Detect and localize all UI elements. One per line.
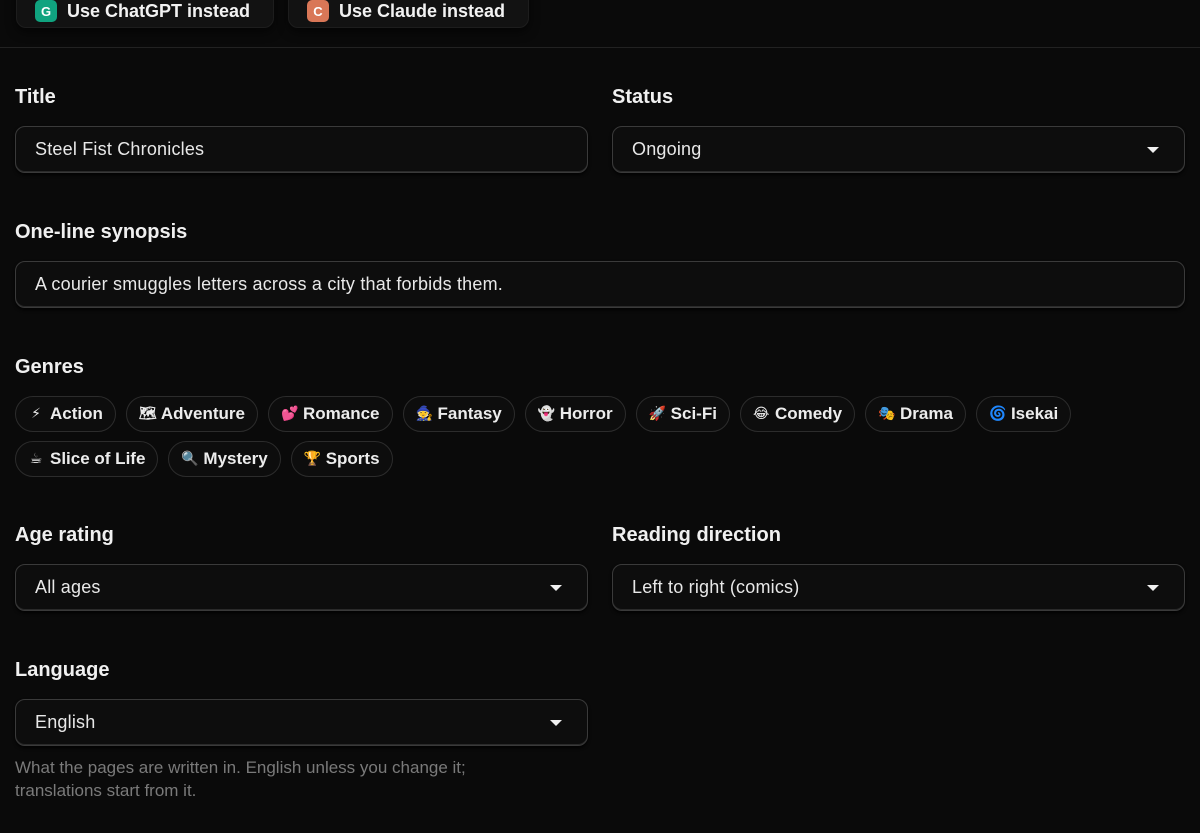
- map-icon: 🗺: [138, 406, 157, 422]
- status-value: Ongoing: [632, 139, 702, 159]
- hearts-icon: 💕: [280, 406, 299, 422]
- language-help-line-2: translations start from it.: [15, 781, 197, 800]
- genre-chip-label: Slice of Life: [50, 449, 146, 468]
- genre-chip-label: Horror: [559, 404, 613, 423]
- use-claude-button[interactable]: C Use Claude instead: [288, 0, 529, 28]
- age-rating-value: All ages: [35, 577, 101, 597]
- language-select[interactable]: English: [15, 699, 588, 746]
- chevron-down-icon: [550, 719, 562, 726]
- genre-chip-action[interactable]: ⚡ Action: [15, 396, 116, 432]
- synopsis-input[interactable]: A courier smuggles letters across a city…: [15, 261, 1185, 308]
- genre-chip-label: Sports: [325, 449, 380, 468]
- ghost-icon: 👻: [537, 406, 556, 422]
- language-label: Language: [15, 659, 110, 681]
- genre-chip-slice-of-life[interactable]: ☕ Slice of Life: [15, 441, 159, 477]
- use-chatgpt-label: Use ChatGPT instead: [67, 0, 251, 21]
- chevron-down-icon: [1147, 584, 1159, 591]
- genre-chip-adventure[interactable]: 🗺 Adventure: [125, 396, 258, 432]
- genre-chip-label: Fantasy: [437, 404, 502, 423]
- genre-chip-sci-fi[interactable]: 🚀 Sci-Fi: [635, 396, 730, 432]
- genre-chip-horror[interactable]: 👻 Horror: [524, 396, 626, 432]
- genre-chip-label: Romance: [302, 404, 380, 423]
- age-rating-select[interactable]: All ages: [15, 564, 588, 611]
- genre-chip-label: Comedy: [774, 404, 843, 423]
- use-claude-label: Use Claude instead: [339, 0, 506, 21]
- genre-chip-mystery[interactable]: 🔍 Mystery: [168, 441, 281, 477]
- genre-chips-row-1: ⚡ Action 🗺 Adventure 💕 Romance 🧙 Fantasy 👻 Ho…: [15, 396, 1072, 432]
- coffee-icon: ☕: [29, 451, 43, 467]
- status-label: Status: [612, 86, 674, 108]
- alt-assistant-bar: G Use ChatGPT instead C Use Claude inste…: [0, 0, 1200, 48]
- genres-label: Genres: [15, 356, 84, 378]
- language-value: English: [35, 712, 96, 732]
- age-rating-label: Age rating: [15, 524, 114, 546]
- reading-direction-label: Reading direction: [612, 524, 781, 546]
- title-input[interactable]: Steel Fist Chronicles: [15, 126, 588, 173]
- wizard-icon: 🧙: [415, 406, 433, 422]
- genre-chips-row-2: ☕ Slice of Life 🔍 Mystery 🏆 Sports: [15, 441, 393, 477]
- use-chatgpt-button[interactable]: G Use ChatGPT instead: [16, 0, 274, 28]
- reading-direction-value: Left to right (comics): [632, 577, 800, 597]
- chevron-down-icon: [1147, 146, 1159, 153]
- genre-chip-romance[interactable]: 💕 Romance: [267, 396, 393, 432]
- swirl-icon: 🌀: [988, 406, 1007, 422]
- lightning-icon: ⚡: [31, 406, 41, 422]
- genre-chip-label: Drama: [900, 404, 953, 423]
- chatgpt-badge-icon: G: [35, 0, 57, 22]
- chevron-down-icon: [550, 584, 562, 591]
- title-label: Title: [15, 86, 56, 108]
- genre-chip-label: Mystery: [203, 449, 268, 468]
- genre-chip-comedy[interactable]: 😂 Comedy: [739, 396, 856, 432]
- synopsis-value: A courier smuggles letters across a city…: [35, 274, 503, 294]
- laughing-face-icon: 😂: [752, 406, 770, 422]
- genre-chip-isekai[interactable]: 🌀 Isekai: [975, 396, 1072, 432]
- genre-chip-label: Isekai: [1010, 404, 1059, 423]
- language-help-line-1: What the pages are written in. English u…: [15, 758, 466, 777]
- magnifier-icon: 🔍: [181, 451, 199, 467]
- genre-chip-label: Adventure: [160, 404, 245, 423]
- genre-chip-label: Sci-Fi: [670, 404, 717, 423]
- genre-chip-drama[interactable]: 🎭 Drama: [865, 396, 966, 432]
- synopsis-label: One-line synopsis: [15, 221, 188, 243]
- theater-masks-icon: 🎭: [878, 406, 896, 422]
- genre-chip-fantasy[interactable]: 🧙 Fantasy: [402, 396, 515, 432]
- claude-badge-icon: C: [307, 0, 329, 22]
- genre-chip-label: Action: [50, 404, 103, 423]
- status-select[interactable]: Ongoing: [612, 126, 1185, 173]
- genre-chip-sports[interactable]: 🏆 Sports: [290, 441, 393, 477]
- rocket-icon: 🚀: [648, 406, 667, 422]
- trophy-icon: 🏆: [303, 451, 322, 467]
- title-value: Steel Fist Chronicles: [35, 139, 205, 159]
- reading-direction-select[interactable]: Left to right (comics): [612, 564, 1185, 611]
- language-help-text: What the pages are written in. English u…: [15, 756, 575, 802]
